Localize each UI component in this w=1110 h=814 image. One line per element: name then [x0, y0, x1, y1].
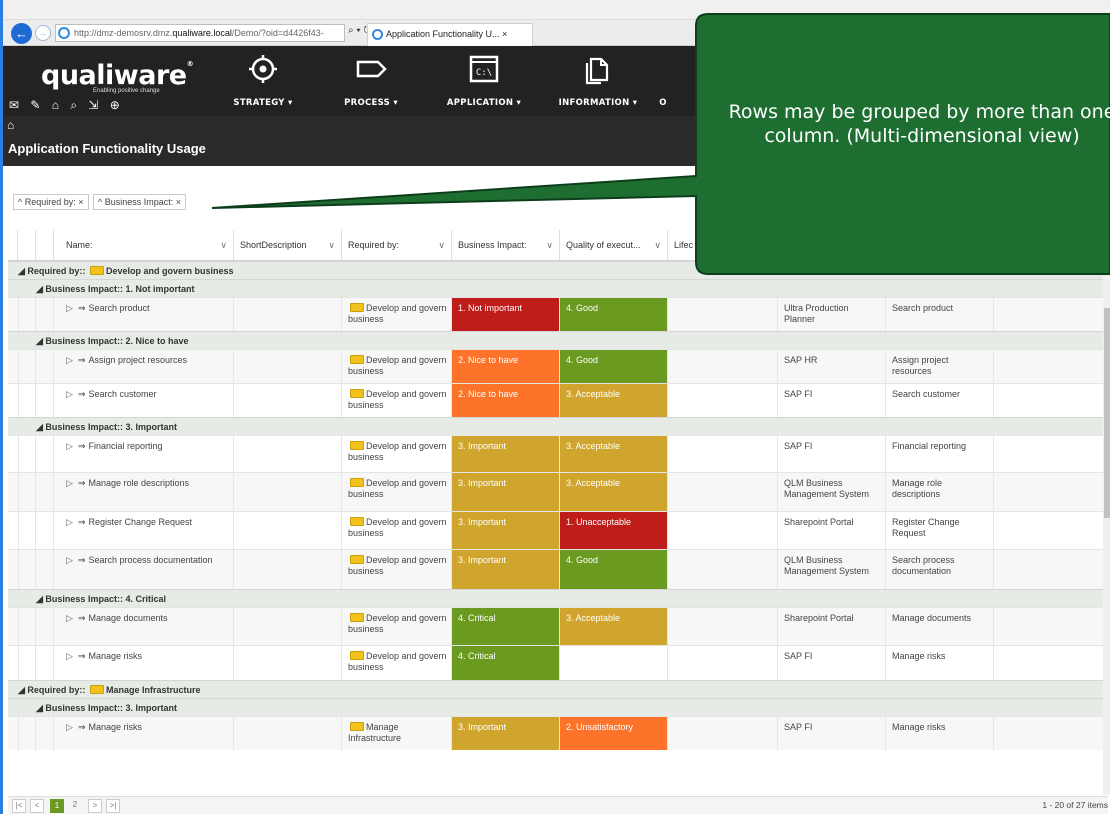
callout-text: Rows may be grouped by more than one col… — [728, 101, 1110, 147]
